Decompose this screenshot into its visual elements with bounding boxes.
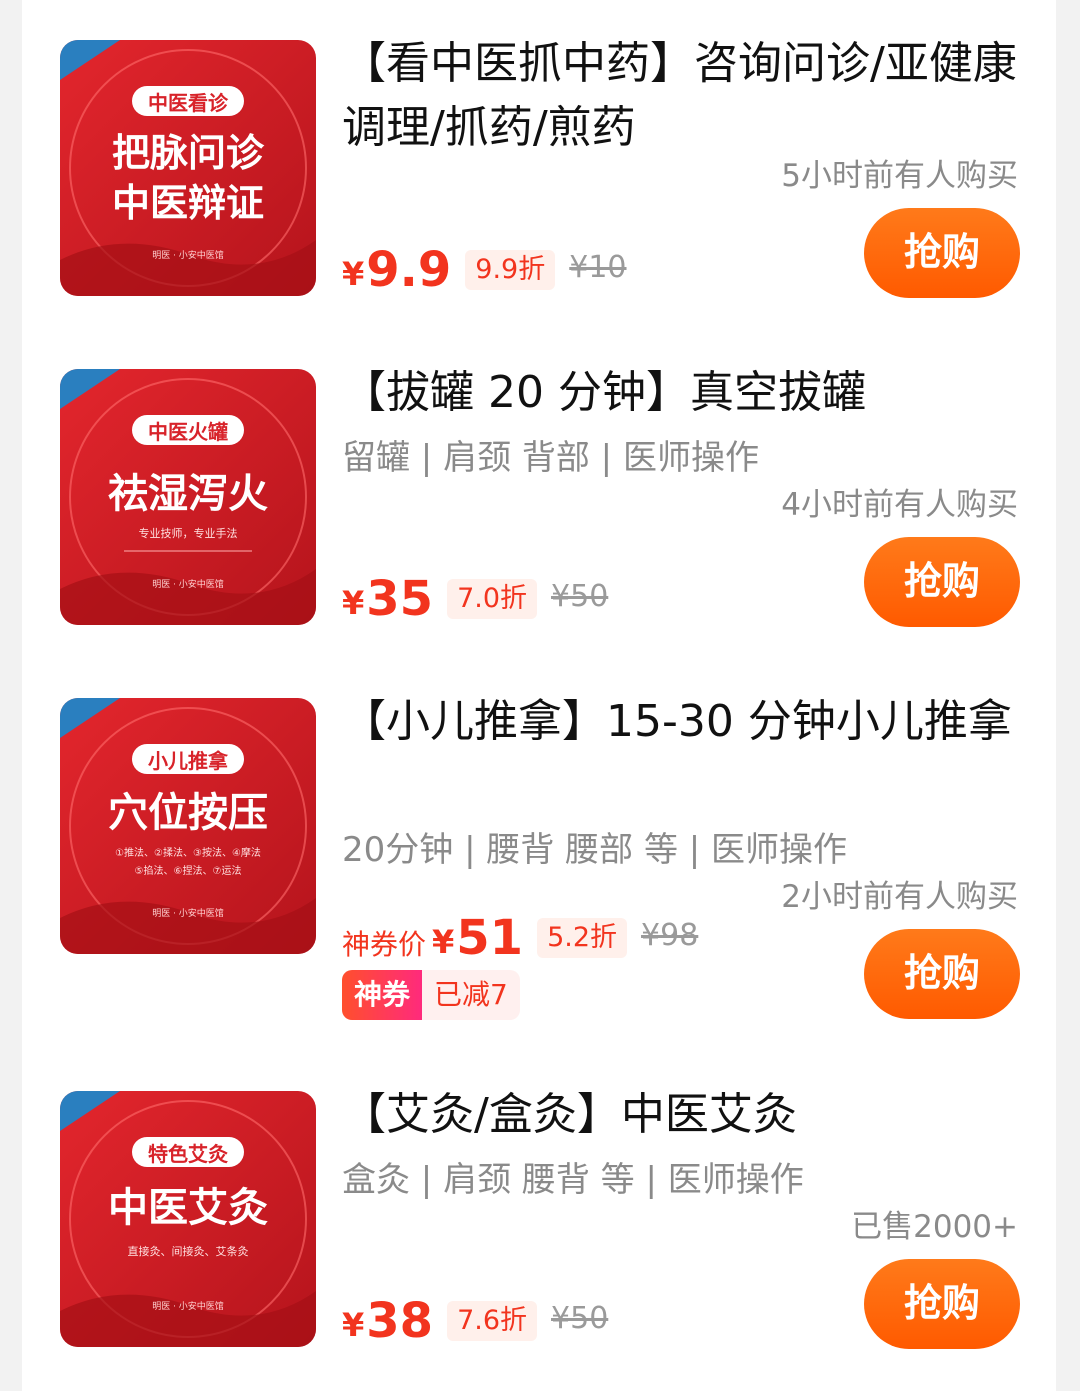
product-thumbnail[interactable]: 中医看诊 把脉问诊 中医辩证 明医 · 小安中医馆 [60, 40, 316, 296]
discount-badge: 7.0折 [447, 579, 538, 619]
discount-badge: 9.9折 [465, 250, 556, 290]
thumb-badge: 小儿推拿 [148, 749, 229, 773]
product-thumbnail[interactable]: 小儿推拿 穴位按压 ①推法、②揉法、③按法、④摩法 ⑤掐法、⑥捏法、⑦运法 明医… [60, 698, 316, 954]
original-price: ¥50 [551, 579, 609, 614]
coupon-value: 已减7 [422, 970, 520, 1020]
discount-badge: 7.6折 [447, 1301, 538, 1341]
thumb-brand: 明医 · 小安中医馆 [152, 578, 224, 590]
currency-symbol: ¥ [342, 584, 365, 622]
product-tags: 20分钟 | 腰背 腰部 等 | 医师操作 [342, 830, 848, 870]
thumb-badge: 中医看诊 [148, 91, 229, 115]
sale-price: 9.9 [366, 242, 452, 298]
original-price: ¥98 [641, 918, 699, 953]
currency-symbol: ¥ [342, 1306, 365, 1344]
thumb-title: 中医艾灸 [108, 1184, 268, 1231]
price-row: ¥ 38 7.6折 ¥50 [342, 1289, 608, 1349]
thumb-brand: 明医 · 小安中医馆 [152, 1300, 224, 1312]
product-title[interactable]: 【看中医抓中药】咨询问诊/亚健康调理/抓药/煎药 [342, 32, 1032, 160]
sale-price: 35 [366, 571, 434, 627]
buy-button[interactable]: 抢购 [864, 537, 1020, 627]
product-thumbnail[interactable]: 特色艾灸 中医艾灸 直接灸、间接灸、艾条灸 明医 · 小安中医馆 [60, 1091, 316, 1347]
price-row: ¥ 9.9 9.9折 ¥10 [342, 238, 627, 298]
original-price: ¥50 [551, 1301, 609, 1336]
thumb-title: 穴位按压 [108, 789, 268, 836]
thumb-subtitle: 中医辩证 [112, 180, 264, 225]
product-tags: 盒灸 | 肩颈 腰背 等 | 医师操作 [342, 1160, 804, 1200]
product-title[interactable]: 【拔罐 20 分钟】真空拔罐 [342, 361, 1032, 425]
currency-symbol: ¥ [342, 255, 365, 293]
price-row: ¥ 35 7.0折 ¥50 [342, 567, 608, 627]
product-title[interactable]: 【艾灸/盒灸】中医艾灸 [342, 1083, 1032, 1147]
original-price: ¥10 [569, 250, 627, 285]
currency-symbol: ¥ [432, 923, 455, 961]
product-title[interactable]: 【小儿推拿】15-30 分钟小儿推拿 [342, 690, 1032, 754]
thumb-slogan: ①推法、②揉法、③按法、④摩法 [115, 846, 261, 859]
sales-info: 2小时前有人购买 [781, 879, 1018, 915]
thumb-brand: 明医 · 小安中医馆 [152, 249, 224, 261]
sales-info: 4小时前有人购买 [781, 487, 1018, 523]
price-row: 神券价 ¥ 51 5.2折 ¥98 [342, 906, 698, 966]
price-prefix: 神券价 [342, 928, 427, 961]
thumb-slogan: 专业技师，专业手法 [139, 526, 238, 540]
sales-info: 5小时前有人购买 [781, 158, 1018, 194]
discount-badge: 5.2折 [537, 918, 628, 958]
thumb-title: 祛湿泻火 [108, 470, 268, 517]
product-tags: 留罐 | 肩颈 背部 | 医师操作 [342, 438, 759, 478]
thumb-brand: 明医 · 小安中医馆 [152, 907, 224, 919]
buy-button[interactable]: 抢购 [864, 929, 1020, 1019]
sale-price: 38 [366, 1293, 434, 1349]
buy-button[interactable]: 抢购 [864, 208, 1020, 298]
thumb-badge: 中医火罐 [148, 420, 228, 444]
product-thumbnail[interactable]: 中医火罐 祛湿泻火 专业技师，专业手法 明医 · 小安中医馆 [60, 369, 316, 625]
thumb-slogan: 直接灸、间接灸、艾条灸 [128, 1244, 249, 1258]
coupon-tag: 神券 [342, 970, 423, 1020]
sales-info: 已售2000+ [851, 1209, 1018, 1245]
sale-price: 51 [456, 910, 524, 966]
thumb-title: 把脉问诊 [112, 130, 265, 175]
coupon-badge: 神券 已减7 [342, 970, 520, 1020]
buy-button[interactable]: 抢购 [864, 1259, 1020, 1349]
deal-list: 中医看诊 把脉问诊 中医辩证 明医 · 小安中医馆 【看中医抓中药】咨询问诊/亚… [22, 0, 1056, 1391]
thumb-slogan-2: ⑤掐法、⑥捏法、⑦运法 [135, 864, 242, 877]
thumb-badge: 特色艾灸 [148, 1142, 228, 1166]
